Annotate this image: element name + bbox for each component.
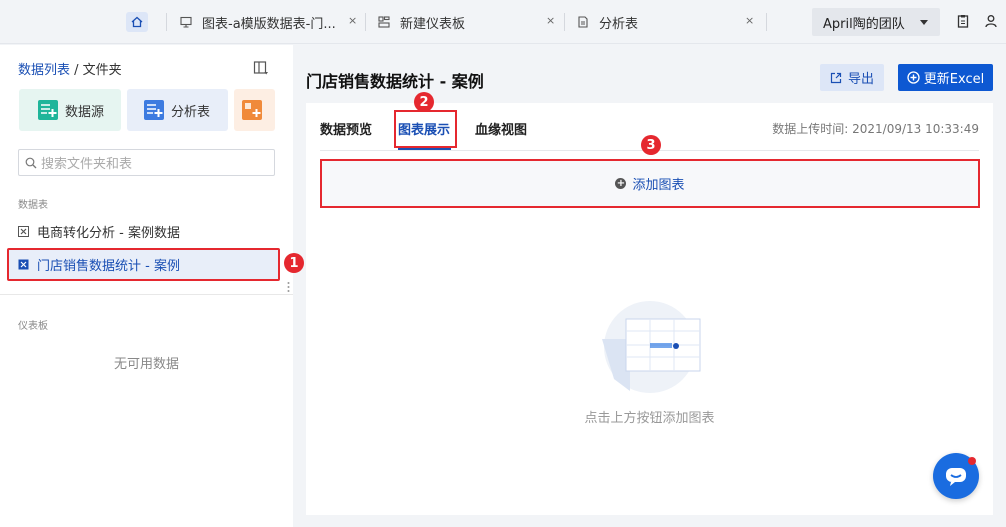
search-placeholder: 搜索文件夹和表 (41, 157, 133, 172)
tab-label: 分析表 (599, 16, 639, 32)
datasource-label: 数据源 (65, 104, 105, 120)
add-analysis-button[interactable]: 分析表 (127, 89, 228, 131)
team-name: April陶的团队 (823, 16, 905, 32)
home-icon[interactable] (126, 12, 148, 32)
tab-data-preview[interactable]: 数据预览 (320, 119, 372, 138)
add-datasource-button[interactable]: 数据源 (19, 89, 121, 131)
tab-analysis[interactable]: 分析表 (577, 12, 638, 32)
refresh-icon (907, 71, 920, 84)
chat-icon (946, 468, 966, 486)
tab-lineage-view[interactable]: 血缘视图 (475, 119, 527, 138)
datasource-plus-icon (38, 100, 58, 120)
excel-table-icon (18, 259, 29, 270)
sidebar: 数据列表 / 文件夹 数据源 分析表 搜索文件夹和表 数据表 电商转化分析 - … (0, 45, 293, 527)
section-tables-label: 数据表 (18, 200, 48, 211)
close-icon[interactable]: × (546, 14, 555, 27)
section-dashboards-label: 仪表板 (18, 321, 48, 332)
highlight-box (394, 110, 457, 148)
tab-new-dashboard[interactable]: 新建仪表板 (378, 12, 465, 32)
export-label: 导出 (847, 72, 874, 87)
plus-circle-icon: + (615, 178, 627, 189)
notification-dot (968, 457, 976, 465)
close-icon[interactable]: × (348, 14, 357, 27)
caret-down-icon (920, 20, 928, 25)
table-item-selected[interactable]: 门店销售数据统计 - 案例 (18, 252, 180, 276)
page-title: 门店销售数据统计 - 案例 (306, 72, 484, 91)
export-icon (830, 72, 842, 83)
table-item[interactable]: 电商转化分析 - 案例数据 (18, 219, 180, 243)
empty-chart-illustration (602, 301, 701, 393)
dashboard-layout-icon (378, 16, 390, 28)
update-excel-label: 更新Excel (923, 72, 985, 87)
add-dashboard-button[interactable] (234, 89, 275, 131)
close-icon[interactable]: × (745, 14, 754, 27)
excel-table-icon (18, 225, 29, 237)
tab-label: 新建仪表板 (400, 16, 466, 32)
document-icon (577, 16, 589, 28)
breadcrumb-folder[interactable]: 文件夹 (83, 63, 122, 78)
annotation-badge-3: 3 (641, 135, 661, 155)
table-item-label: 电商转化分析 - 案例数据 (37, 225, 180, 241)
search-input[interactable]: 搜索文件夹和表 (18, 149, 275, 176)
export-button[interactable]: 导出 (820, 64, 884, 91)
tab-label: 图表-a模版数据表-门... (202, 16, 336, 32)
divider (0, 294, 293, 295)
analysis-label: 分析表 (171, 104, 211, 120)
annotation-badge-1: 1 (284, 253, 304, 273)
add-chart-button[interactable]: + 添加图表 (320, 159, 980, 208)
annotation-badge-2: 2 (414, 92, 434, 112)
dashboard-plus-icon (242, 100, 262, 120)
empty-chart-hint: 点击上方按钮添加图表 (584, 411, 715, 426)
dashboards-empty-text: 无可用数据 (113, 357, 179, 372)
update-excel-button[interactable]: 更新Excel (898, 64, 993, 91)
team-selector[interactable]: April陶的团队 (812, 8, 940, 36)
resize-handle-icon[interactable] (287, 281, 290, 293)
user-icon[interactable] (984, 14, 998, 28)
upload-time: 数据上传时间: 2021/09/13 10:33:49 (772, 122, 979, 136)
dashboard-screen-icon (180, 16, 192, 28)
analysis-plus-icon (144, 100, 164, 120)
add-chart-label: 添加图表 (632, 178, 685, 193)
tab-chart-template[interactable]: 图表-a模版数据表-门... (180, 12, 336, 32)
content-panel: 数据预览 图表展示 血缘视图 数据上传时间: 2021/09/13 10:33:… (306, 103, 993, 515)
collapse-panel-icon[interactable] (253, 60, 269, 76)
search-icon (25, 157, 37, 168)
clipboard-icon[interactable] (956, 14, 970, 28)
breadcrumb-data-list[interactable]: 数据列表 (18, 63, 70, 78)
breadcrumb: 数据列表 / 文件夹 (18, 63, 122, 78)
top-bar: 图表-a模版数据表-门... × 新建仪表板 × 分析表 × April陶的团队 (0, 0, 1006, 44)
table-item-label: 门店销售数据统计 - 案例 (37, 258, 180, 274)
